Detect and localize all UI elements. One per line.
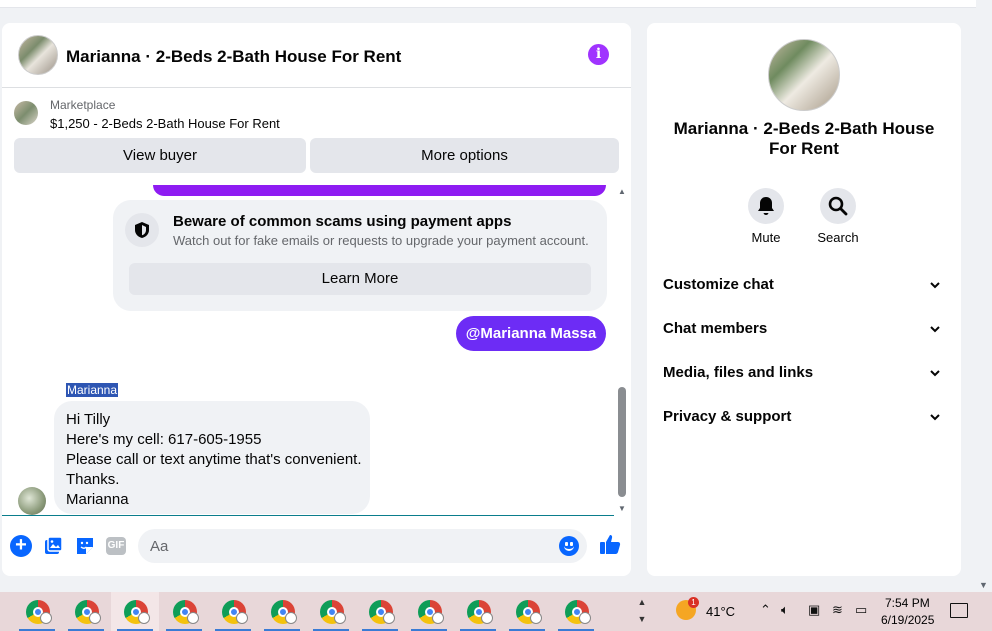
sender-name: Marianna xyxy=(66,383,119,397)
message-line: Please call or text anytime that's conve… xyxy=(66,451,362,468)
bell-icon[interactable] xyxy=(748,188,784,224)
conversation-details-panel: Marianna · 2-Beds 2-Bath House For Rent … xyxy=(647,23,961,576)
scam-warning-title: Beware of common scams using payment app… xyxy=(173,213,512,230)
search-icon[interactable] xyxy=(820,188,856,224)
chevron-down-icon xyxy=(930,326,940,333)
view-buyer-button[interactable]: View buyer xyxy=(14,138,306,173)
taskbar-chrome-window[interactable] xyxy=(503,592,551,631)
chat-members-section[interactable]: Chat members xyxy=(655,311,953,347)
emoji-icon[interactable] xyxy=(559,536,579,556)
taskbar-chrome-window[interactable] xyxy=(405,592,453,631)
message-line: Hi Tilly xyxy=(66,411,111,428)
scam-warning-card: Beware of common scams using payment app… xyxy=(113,200,607,311)
search-button[interactable]: Search xyxy=(808,188,868,245)
details-title: Marianna · 2-Beds 2-Bath House For Rent xyxy=(673,119,935,158)
chevron-down-icon xyxy=(930,282,940,289)
weather-alert-badge: 1 xyxy=(688,597,699,608)
volume-icon[interactable]: 🔈︎ xyxy=(781,602,789,618)
chat-avatar[interactable] xyxy=(18,35,58,75)
taskbar-chrome-window[interactable] xyxy=(111,592,159,631)
like-icon[interactable] xyxy=(598,532,621,554)
gif-icon[interactable]: GIF xyxy=(106,537,126,555)
scroll-up-arrow-icon[interactable]: ▲ xyxy=(618,187,626,196)
battery-icon[interactable]: ▭ xyxy=(855,602,867,618)
plus-icon[interactable]: + xyxy=(10,535,32,557)
taskbar-chrome-window[interactable] xyxy=(552,592,600,631)
browser-top-strip xyxy=(0,0,976,8)
scrollbar-thumb[interactable] xyxy=(618,387,626,497)
sender-avatar[interactable] xyxy=(18,487,46,515)
taskbar-chrome-window[interactable] xyxy=(307,592,355,631)
clock-time[interactable]: 7:54 PM xyxy=(885,596,930,610)
taskbar-chrome-window[interactable] xyxy=(62,592,110,631)
marketplace-listing: Marketplace $1,250 - 2-Beds 2-Bath House… xyxy=(2,89,631,186)
photo-icon[interactable] xyxy=(42,535,64,557)
message-scrollbar[interactable]: ▲ ▼ xyxy=(616,185,629,515)
message-composer: + GIF xyxy=(2,516,631,576)
scroll-down-arrow-icon[interactable]: ▼ xyxy=(979,580,988,590)
chat-panel: Marianna · 2-Beds 2-Bath House For Rent … xyxy=(2,23,631,576)
chat-header: Marianna · 2-Beds 2-Bath House For Rent … xyxy=(2,23,631,88)
taskbar-scroll-buttons[interactable]: ▲ ▼ xyxy=(636,594,648,628)
media-files-links-section[interactable]: Media, files and links xyxy=(655,355,953,391)
meet-now-icon[interactable]: ▣ xyxy=(808,602,820,618)
privacy-support-section[interactable]: Privacy & support xyxy=(655,399,953,435)
page-scrollbar[interactable]: ▼ xyxy=(976,0,992,592)
message-input[interactable] xyxy=(138,529,587,563)
details-avatar[interactable] xyxy=(768,39,840,111)
message-list[interactable]: Beware of common scams using payment app… xyxy=(2,185,631,515)
mute-label: Mute xyxy=(751,230,781,245)
wifi-icon[interactable]: ≋ xyxy=(832,602,843,618)
show-hidden-icons-chevron-icon[interactable]: ⌃ xyxy=(760,602,771,618)
windows-taskbar: ▲ ▼ 1 41°C ⌃ 🔈︎ ▣ ≋ ▭ 7:54 PM 6/19/2025 xyxy=(0,592,992,631)
taskbar-chrome-window[interactable] xyxy=(209,592,257,631)
chevron-down-icon xyxy=(930,370,940,377)
weather-temperature[interactable]: 41°C xyxy=(706,604,735,619)
message-line: Marianna xyxy=(66,491,129,508)
message-line: Thanks. xyxy=(66,471,120,488)
sticker-icon[interactable] xyxy=(74,535,96,557)
shield-icon xyxy=(125,213,159,247)
taskbar-chrome-window[interactable] xyxy=(160,592,208,631)
scam-warning-subtitle: Watch out for fake emails or requests to… xyxy=(173,233,589,248)
listing-source: Marketplace xyxy=(50,98,116,112)
learn-more-button[interactable]: Learn More xyxy=(129,263,591,295)
taskbar-chrome-window[interactable] xyxy=(454,592,502,631)
info-icon[interactable]: i xyxy=(588,44,609,65)
taskbar-chrome-window[interactable] xyxy=(13,592,61,631)
incoming-message-bubble[interactable]: Hi Tilly Here's my cell: 617-605-1955 Pl… xyxy=(54,401,370,514)
chevron-down-icon xyxy=(930,414,940,421)
chat-title[interactable]: Marianna · 2-Beds 2-Bath House For Rent xyxy=(66,47,401,67)
clock-date[interactable]: 6/19/2025 xyxy=(881,613,934,627)
more-options-button[interactable]: More options xyxy=(310,138,619,173)
listing-thumbnail[interactable] xyxy=(14,101,38,125)
message-line: Here's my cell: 617-605-1955 xyxy=(66,431,262,448)
taskbar-chrome-window[interactable] xyxy=(356,592,404,631)
customize-chat-section[interactable]: Customize chat xyxy=(655,267,953,303)
outgoing-message-bubble[interactable]: @Marianna Massa xyxy=(456,316,606,351)
mute-button[interactable]: Mute xyxy=(736,188,796,245)
search-label: Search xyxy=(817,230,859,245)
outgoing-message-bubble-partial xyxy=(153,185,606,196)
notification-icon[interactable] xyxy=(950,603,968,618)
taskbar-chrome-window[interactable] xyxy=(258,592,306,631)
scroll-down-arrow-icon[interactable]: ▼ xyxy=(618,504,626,513)
listing-price-title[interactable]: $1,250 - 2-Beds 2-Bath House For Rent xyxy=(50,116,280,131)
